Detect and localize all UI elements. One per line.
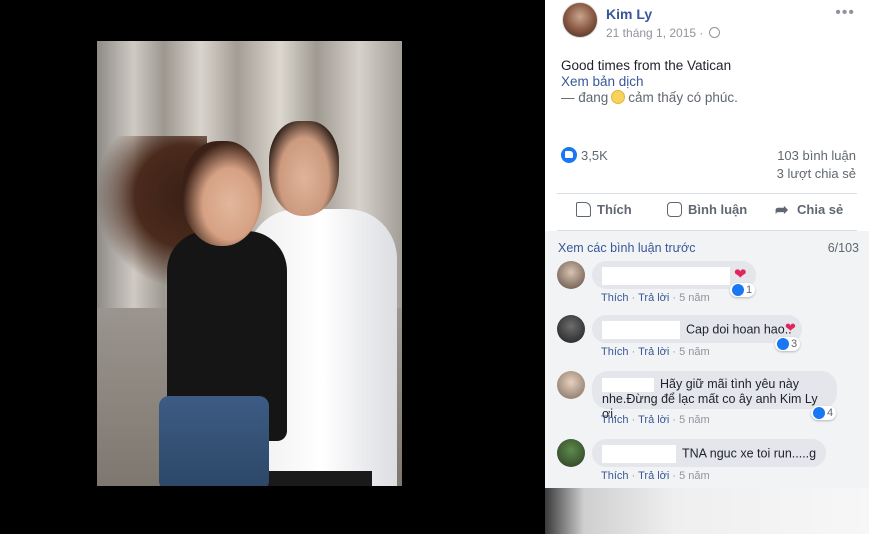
share-button[interactable]: Chia sẻ — [775, 200, 844, 220]
reaction-count: 4 — [827, 407, 834, 419]
comment-like-link[interactable]: Thích — [601, 414, 629, 426]
divider — [557, 193, 857, 194]
photo-man-pants — [262, 471, 372, 486]
comment-bubble-icon — [667, 202, 682, 217]
globe-icon — [708, 27, 720, 38]
comment-text: Cap doi hoan hao.. — [686, 322, 792, 337]
share-button-label: Chia sẻ — [797, 202, 844, 217]
feeling-text: cảm thấy có phúc. — [628, 90, 738, 105]
comment-time[interactable]: 5 năm — [679, 346, 710, 358]
redacted-name — [602, 267, 730, 285]
redacted-name — [602, 445, 676, 463]
like-reaction-icon — [777, 338, 789, 350]
reaction-count: 1 — [746, 284, 753, 296]
share-arrow-icon — [775, 200, 791, 220]
like-count[interactable]: 3,5K — [581, 148, 608, 163]
comment-meta: Thích · Trả lời · 5 năm — [601, 292, 710, 304]
thumbs-up-icon — [576, 202, 591, 217]
comment-text: TNA nguc xe toi run.....g — [682, 446, 817, 461]
reaction-chip[interactable]: 1 — [730, 283, 756, 297]
bottom-fade-overlay — [545, 488, 869, 534]
commenter-avatar[interactable] — [557, 315, 585, 343]
reaction-count: 3 — [791, 338, 798, 350]
post-photo[interactable] — [97, 41, 402, 486]
comment-reply-link[interactable]: Trả lời — [638, 470, 669, 482]
like-reaction-icon[interactable] — [561, 147, 577, 163]
comment-meta: Thích · Trả lời · 5 năm — [601, 470, 710, 482]
comment-meta: Thích · Trả lời · 5 năm — [601, 346, 710, 358]
like-button-label: Thích — [597, 202, 632, 217]
post-panel: Kim Ly 21 tháng 1, 2015 · ••• Good times… — [545, 0, 869, 534]
view-previous-comments-link[interactable]: Xem các bình luận trước — [558, 241, 695, 255]
photo-woman-head — [182, 141, 262, 246]
see-translation-link[interactable]: Xem bản dịch — [561, 74, 644, 89]
more-icon[interactable]: ••• — [835, 4, 855, 22]
comment-button[interactable]: Bình luận — [667, 202, 747, 217]
comment-line-1: Hãy giữ mãi tình yêu này — [602, 377, 827, 392]
comment-text-line-1: Hãy giữ mãi tình yêu này — [660, 377, 799, 391]
post-timestamp[interactable]: 21 tháng 1, 2015 · — [606, 26, 720, 40]
comment-like-link[interactable]: Thích — [601, 292, 629, 304]
comment-like-link[interactable]: Thích — [601, 346, 629, 358]
redacted-name — [602, 377, 654, 392]
comment-count[interactable]: 103 bình luận — [777, 148, 856, 163]
post-time-text[interactable]: 21 tháng 1, 2015 — [606, 26, 696, 40]
heart-icon: ❤ — [734, 266, 747, 283]
comment-bubble: Hãy giữ mãi tình yêu này nhe.Đừng để lạc… — [592, 371, 837, 421]
comment-reply-link[interactable]: Trả lời — [638, 292, 669, 304]
photo-woman-jeans — [159, 396, 269, 486]
commenter-avatar[interactable] — [557, 371, 585, 399]
redacted-name — [602, 321, 680, 339]
feeling-prefix: — đang — [561, 90, 609, 105]
comment-time[interactable]: 5 năm — [679, 470, 710, 482]
comment-bubble: TNA nguc xe toi run.....g — [592, 439, 827, 467]
commenter-avatar[interactable] — [557, 261, 585, 289]
share-count[interactable]: 3 lượt chia sẻ — [777, 166, 856, 181]
comment-time[interactable]: 5 năm — [679, 292, 710, 304]
comment-button-label: Bình luận — [688, 202, 748, 217]
comment-reply-link[interactable]: Trả lời — [638, 414, 669, 426]
reaction-chip[interactable]: 3 — [775, 337, 801, 351]
heart-icon: ❤ — [785, 320, 796, 335]
like-reaction-icon — [813, 407, 825, 419]
comment-pager: 6/103 — [827, 241, 859, 255]
author-avatar[interactable] — [562, 2, 598, 38]
commenter-avatar[interactable] — [557, 439, 585, 467]
comment-meta: Thích · Trả lời · 5 năm — [601, 414, 710, 426]
blessed-emoji-icon — [611, 90, 626, 104]
feeling-line: — đang cảm thấy có phúc. — [561, 90, 738, 105]
comment-like-link[interactable]: Thích — [601, 470, 629, 482]
reaction-chip[interactable]: 4 — [811, 406, 837, 420]
author-name[interactable]: Kim Ly — [606, 6, 652, 22]
photo-viewer — [0, 0, 545, 534]
like-button[interactable]: Thích — [576, 202, 632, 217]
photo-man-head — [269, 121, 339, 216]
comment-time[interactable]: 5 năm — [679, 414, 710, 426]
comment-bubble: Cap doi hoan hao.. — [592, 315, 802, 343]
comment-reply-link[interactable]: Trả lời — [638, 346, 669, 358]
like-reaction-icon — [732, 284, 744, 296]
post-text: Good times from the Vatican — [561, 58, 732, 73]
